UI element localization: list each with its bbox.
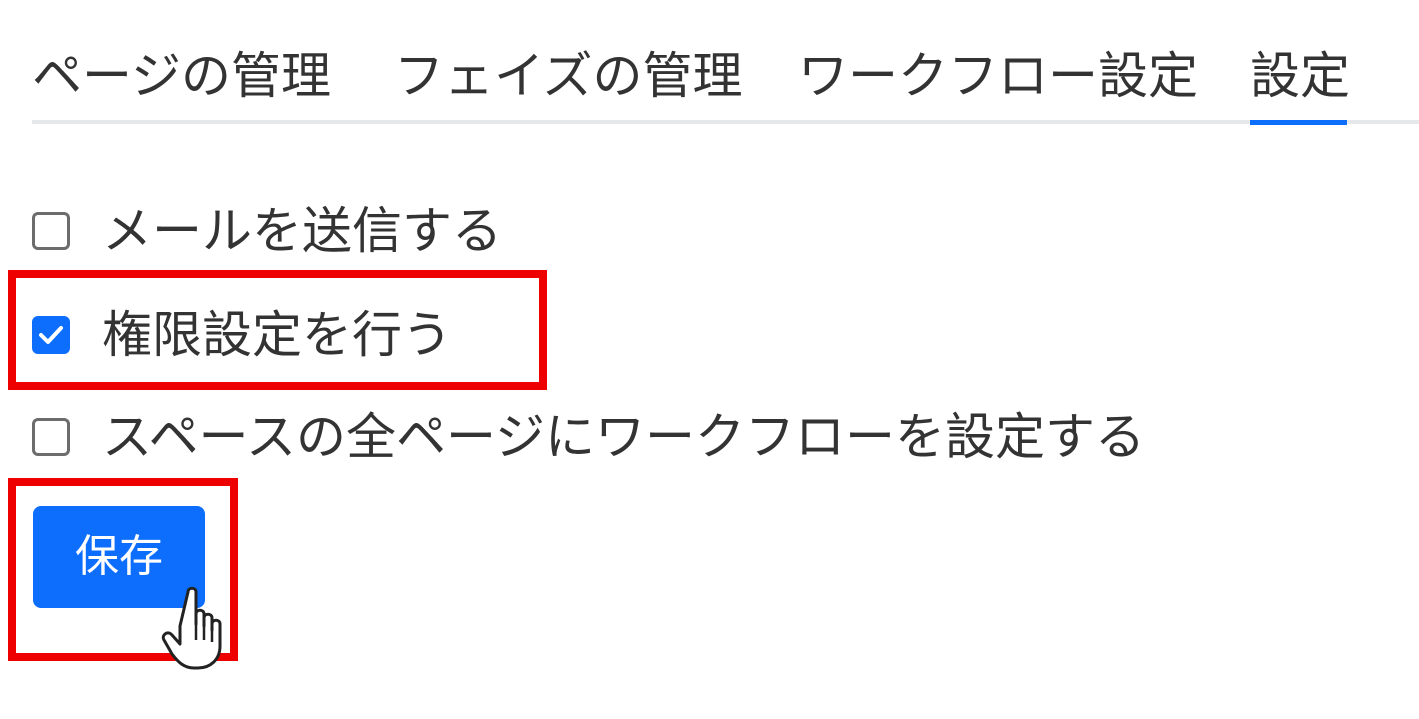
hand-pointer-icon bbox=[161, 586, 222, 670]
active-tab-indicator bbox=[1250, 120, 1347, 125]
tab-bar-divider bbox=[32, 120, 1419, 124]
send-mail-label: メールを送信する bbox=[102, 202, 502, 260]
workflow-all-pages-checkbox[interactable] bbox=[32, 418, 70, 456]
tab-workflow-settings[interactable]: ワークフロー設定 bbox=[798, 46, 1198, 106]
tab-phase-management[interactable]: フェイズの管理 bbox=[394, 46, 743, 106]
permission-highlight-box bbox=[8, 270, 547, 390]
workflow-all-pages-option[interactable]: スペースの全ページにワークフローを設定する bbox=[32, 402, 1145, 472]
send-mail-checkbox[interactable] bbox=[32, 212, 70, 250]
tab-page-management[interactable]: ページの管理 bbox=[32, 46, 331, 106]
tab-bar: ページの管理 フェイズの管理 ワークフロー設定 設定 bbox=[32, 0, 1419, 128]
workflow-all-pages-label: スペースの全ページにワークフローを設定する bbox=[102, 408, 1145, 466]
send-mail-option[interactable]: メールを送信する bbox=[32, 196, 502, 266]
tab-settings[interactable]: 設定 bbox=[1250, 46, 1350, 106]
